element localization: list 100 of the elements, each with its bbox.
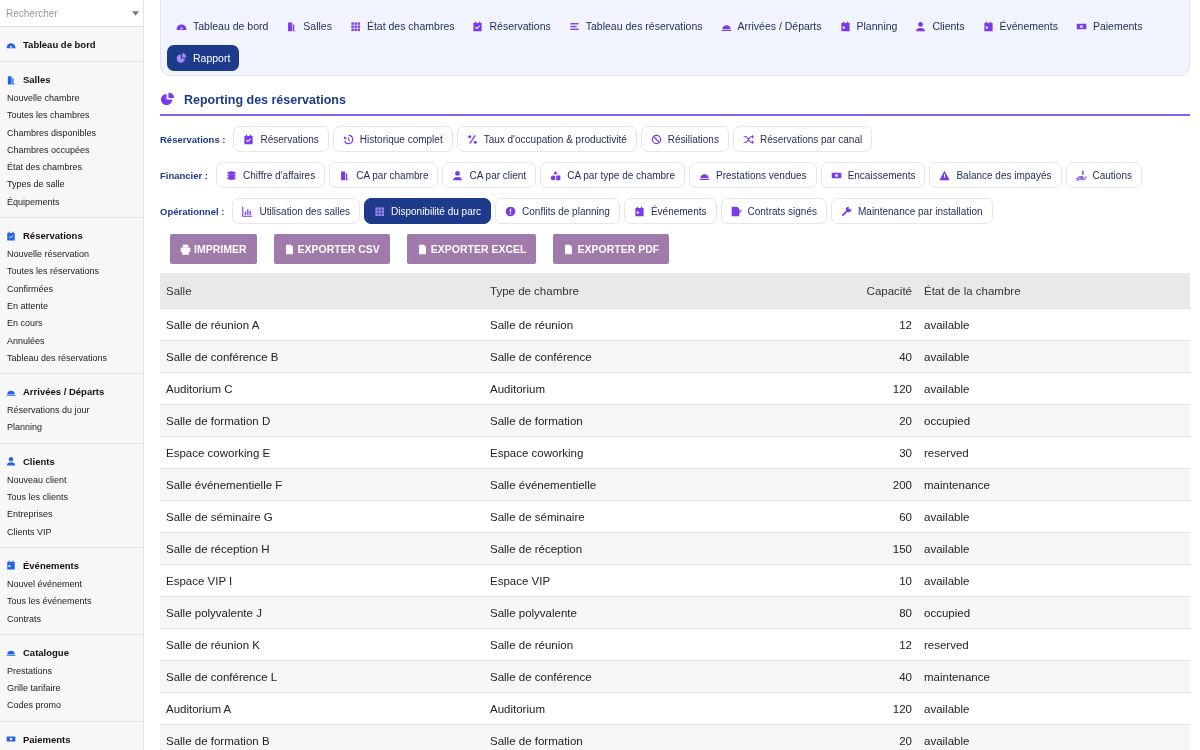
sidebar-item[interactable]: Nouvel événement	[0, 575, 143, 594]
sidebar-item[interactable]: Grille tarifaire	[0, 680, 143, 698]
sidebar-item[interactable]: État des chambres	[0, 159, 143, 177]
sidebar-section-header[interactable]: Catalogue	[0, 642, 143, 663]
calendar-icon	[6, 560, 16, 571]
caret-icon	[132, 11, 139, 16]
sidebar-item[interactable]: Types de salle	[0, 176, 143, 194]
report-chip[interactable]: Utilisation des salles	[232, 198, 360, 224]
sidebar-item[interactable]: En cours	[0, 315, 143, 333]
column-header[interactable]: Type de chambre	[484, 284, 798, 297]
nav-tab[interactable]: Tableau des réservations	[559, 13, 712, 39]
table-cell-text: Salle de réunion A	[165, 318, 261, 331]
nav-tab[interactable]: Planning	[830, 13, 907, 39]
hand-icon	[1075, 169, 1087, 181]
report-chip[interactable]: Prestations vendues	[689, 162, 817, 188]
table-cell-text: Espace VIP	[489, 574, 552, 587]
door-icon	[6, 74, 16, 85]
report-chip[interactable]: Contrats signés	[720, 198, 827, 224]
sidebar-item[interactable]: Chambres disponibles	[0, 124, 143, 142]
report-chip[interactable]: CA par client	[442, 162, 537, 188]
sidebar-item[interactable]: En attente	[0, 297, 143, 316]
nav-tab[interactable]: Arrivées / Départs	[711, 13, 831, 39]
table-cell-text: Auditorium C	[165, 382, 234, 395]
sidebar-item[interactable]: Entreprises	[0, 506, 143, 524]
report-chip[interactable]: Balance des impayés	[929, 162, 1062, 188]
sidebar-item[interactable]: Chambres occupées	[0, 141, 143, 160]
export-button[interactable]: EXPORTER EXCEL	[406, 234, 537, 264]
export-button[interactable]: IMPRIMER	[170, 234, 257, 264]
sidebar-item[interactable]: Tous les événements	[0, 593, 143, 611]
grid-icon	[374, 205, 385, 217]
nav-tab[interactable]: Tableau de bord	[167, 13, 278, 39]
export-button[interactable]: EXPORTER CSV	[273, 234, 390, 264]
table-cell-text: reserved	[923, 446, 970, 459]
nav-tab[interactable]: Salles	[277, 13, 341, 39]
sidebar-section-header[interactable]: Réservations	[0, 226, 143, 247]
report-chip[interactable]: Conflits de planning	[495, 198, 620, 224]
report-chip[interactable]: Réservations	[233, 126, 329, 152]
sidebar-item[interactable]: Nouveau client	[0, 471, 143, 490]
table-cell-text: available	[923, 702, 971, 715]
sidebar-item[interactable]: Équipements	[0, 193, 143, 212]
shapes-icon	[550, 169, 562, 181]
report-chip[interactable]: Réservations par canal	[732, 126, 873, 152]
table-cell-text: Salle de réunion	[489, 638, 575, 651]
nav-tab[interactable]: Paiements	[1066, 13, 1152, 39]
nav-tab[interactable]: État des chambres	[340, 13, 464, 39]
table-cell-text: 200	[891, 478, 913, 491]
percent-icon	[466, 133, 478, 145]
sidebar-item[interactable]: Nouvelle chambre	[0, 90, 143, 108]
report-chip[interactable]: Historique complet	[332, 126, 453, 152]
sidebar-section-header[interactable]: Arrivées / Départs	[0, 382, 143, 403]
column-header[interactable]: Capacité	[798, 284, 918, 297]
sidebar-item[interactable]: Contrats	[0, 610, 143, 628]
report-chip[interactable]: CA par chambre	[329, 162, 439, 188]
export-button[interactable]: EXPORTER PDF	[553, 234, 670, 264]
filter-group-label: Financier :	[160, 169, 209, 181]
table-cell-text: 30	[898, 446, 913, 459]
report-chip[interactable]: Taux d'occupation & productivité	[456, 126, 637, 152]
table-cell-text: 20	[898, 734, 913, 747]
report-chip[interactable]: Résiliations	[640, 126, 729, 152]
report-chip[interactable]: Encaissements	[820, 162, 926, 188]
sidebar-item[interactable]: Toutes les réservations	[0, 263, 143, 281]
file-icon	[283, 243, 295, 255]
column-header[interactable]: Salle	[160, 284, 484, 297]
table-cell-text: Espace coworking E	[165, 446, 272, 459]
sidebar-section-header[interactable]: Tableau de bord	[0, 35, 143, 55]
table-cell-text: 150	[891, 542, 913, 555]
sidebar-item[interactable]: Toutes les chambres	[0, 107, 143, 125]
nav-tab[interactable]: Clients	[906, 13, 974, 39]
sidebar-item[interactable]: Annulées	[0, 332, 143, 350]
table-cell-text: Auditorium	[489, 382, 546, 395]
sidebar-section-header[interactable]: Événements	[0, 555, 143, 576]
sidebar-section-header[interactable]: Paiements	[0, 729, 143, 750]
nav-tab[interactable]: Réservations	[463, 13, 560, 39]
sidebar-item[interactable]: Clients VIP	[0, 523, 143, 541]
table-cell-text: Salle de conférence	[489, 350, 593, 363]
report-chip[interactable]: CA par type de chambre	[540, 162, 685, 188]
sidebar-item[interactable]: Confirmées	[0, 280, 143, 298]
sidebar-item[interactable]: Prestations	[0, 662, 143, 681]
sidebar-item[interactable]: Codes promo	[0, 697, 143, 715]
sidebar-item[interactable]: Réservations du jour	[0, 402, 143, 420]
sidebar-section-header[interactable]: Salles	[0, 70, 143, 90]
report-chip[interactable]: Chiffre d'affaires	[216, 162, 326, 188]
table-cell-text: Espace VIP I	[165, 574, 234, 587]
sidebar-item[interactable]: Nouvelle réservation	[0, 246, 143, 264]
table-cell-text: maintenance	[923, 478, 991, 491]
report-chip[interactable]: Maintenance par installation	[831, 198, 993, 224]
nav-tab[interactable]: Rapport	[167, 45, 240, 71]
sidebar-item[interactable]: Tous les clients	[0, 489, 143, 507]
sidebar-item[interactable]: Tableau des réservations	[0, 349, 143, 368]
sidebar-section-header[interactable]: Clients	[0, 451, 143, 472]
nav-tab[interactable]: Événements	[973, 13, 1067, 39]
report-chip[interactable]: Événements	[623, 198, 717, 224]
table-cell-text: Salle de formation	[489, 734, 584, 747]
table-cell-text: Auditorium A	[165, 702, 233, 715]
report-chip[interactable]: Disponibilité du parc	[364, 198, 492, 224]
search-field[interactable]: Rechercher	[0, 0, 143, 27]
sidebar-item[interactable]: Planning	[0, 419, 143, 437]
report-chip[interactable]: Cautions	[1065, 162, 1142, 188]
column-header[interactable]: État de la chambre	[918, 284, 1190, 297]
calendar-check-icon	[243, 133, 255, 145]
